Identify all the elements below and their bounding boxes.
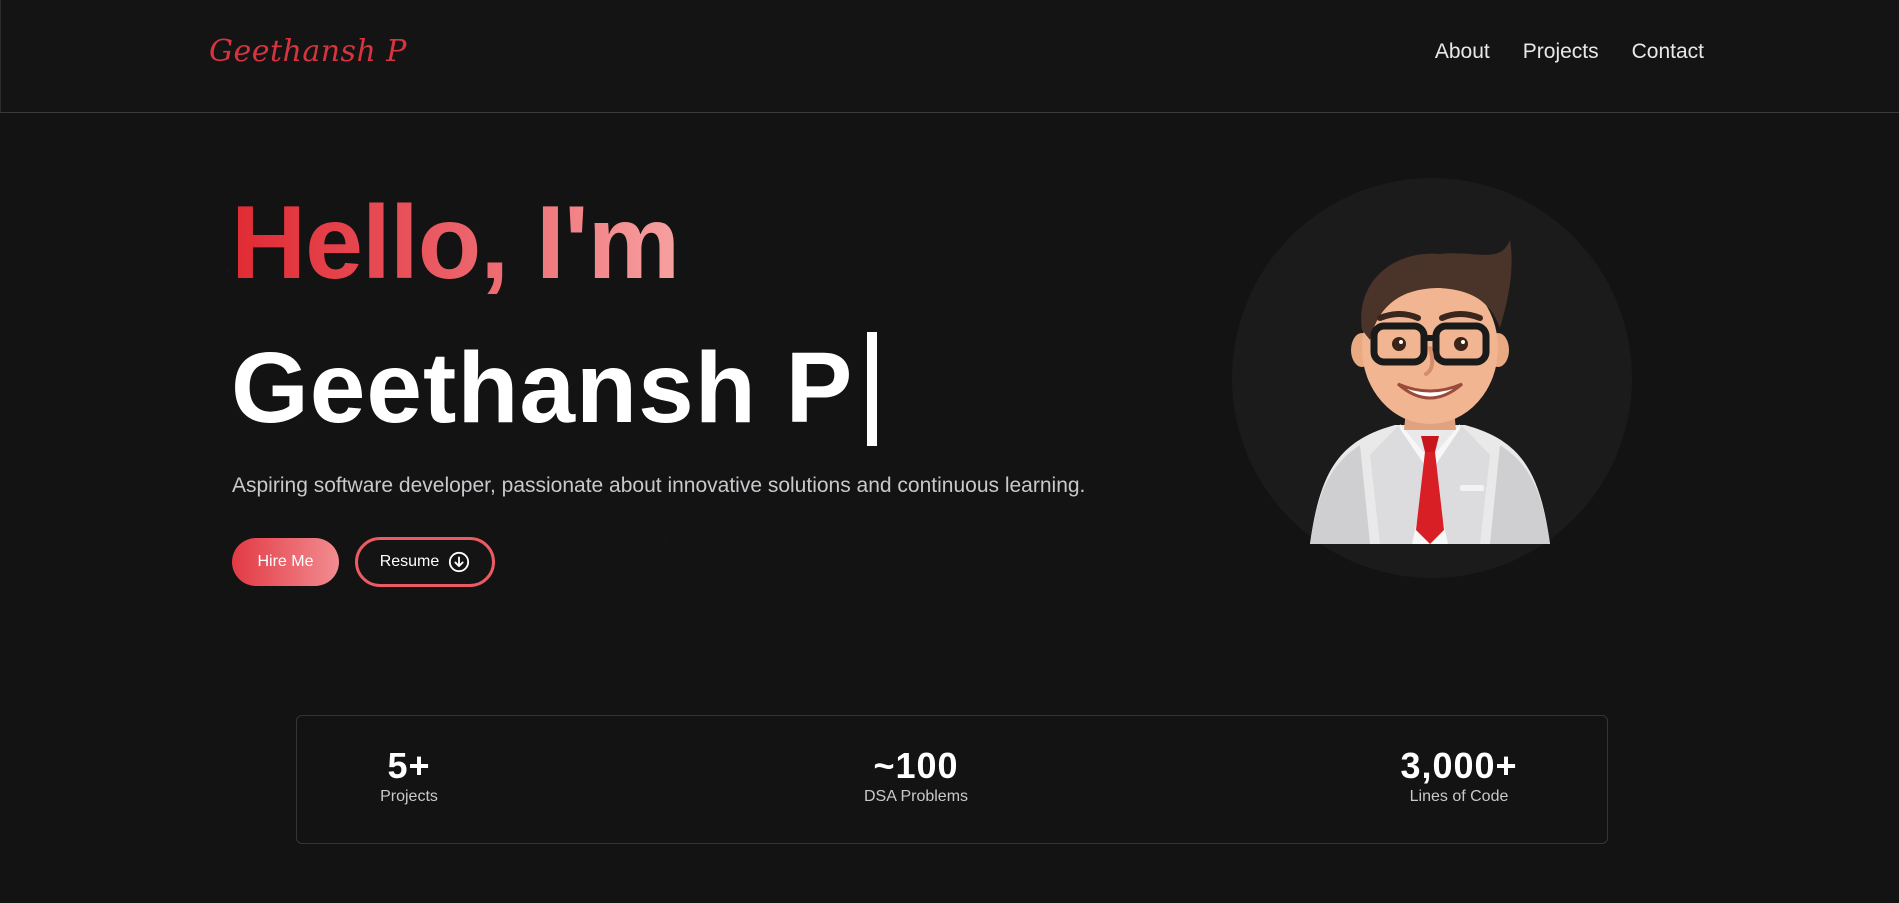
page: Geethansh P About Projects Contact Hello… (0, 0, 1899, 903)
stat-label: DSA Problems (863, 788, 969, 805)
hero-name: Geethansh P (231, 332, 854, 444)
stat-dsa-problems: ~100 DSA Problems (864, 746, 968, 806)
hire-me-label: Hire Me (257, 553, 314, 570)
stats-panel: 5+ Projects ~100 DSA Problems 3,000+ Lin… (296, 715, 1608, 844)
resume-label: Resume (379, 553, 440, 570)
stat-projects: 5+ Projects (380, 746, 438, 806)
resume-button[interactable]: Resume (355, 537, 495, 587)
stat-label: Lines of Code (1409, 788, 1509, 805)
nav-link-projects[interactable]: Projects (1523, 40, 1599, 64)
typing-cursor (867, 332, 878, 446)
stat-lines-of-code: 3,000+ Lines of Code (1400, 746, 1517, 806)
site-logo[interactable]: Geethansh P (209, 34, 407, 69)
site-header: Geethansh P About Projects Contact (0, 0, 1899, 113)
main-nav: About Projects Contact (1435, 40, 1704, 64)
hire-me-button[interactable]: Hire Me (232, 538, 339, 586)
download-circle-icon (449, 551, 470, 573)
stat-label: Projects (380, 788, 438, 805)
stat-value: 5+ (387, 745, 431, 786)
hero-greeting: Hello, I'm (231, 185, 680, 301)
avatar-image (1310, 240, 1550, 544)
stat-value: ~100 (873, 745, 959, 786)
stat-value: 3,000+ (1400, 745, 1518, 786)
nav-link-contact[interactable]: Contact (1632, 40, 1704, 64)
hero-name-line: Geethansh P (231, 330, 878, 446)
hero-tagline: Aspiring software developer, passionate … (232, 474, 1086, 497)
nav-link-about[interactable]: About (1435, 40, 1490, 64)
